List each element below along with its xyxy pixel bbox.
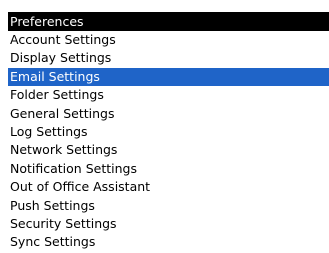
menu-item-label: Log Settings xyxy=(10,123,88,139)
menu-item-label: General Settings xyxy=(10,105,115,121)
menu-item-label: Account Settings xyxy=(10,32,116,47)
menu-item-sync-settings[interactable]: Sync Settings xyxy=(8,233,329,251)
menu-item-security-settings[interactable]: Security Settings xyxy=(8,215,329,233)
menu-item-label: Security Settings xyxy=(10,215,117,231)
menu-item-folder-settings[interactable]: Folder Settings xyxy=(8,86,329,104)
menu-item-label: Push Settings xyxy=(10,197,95,213)
menu-item-notification-settings[interactable]: Notification Settings xyxy=(8,160,329,178)
menu-item-label: Email Settings xyxy=(10,68,100,84)
menu-item-out-of-office-assistant[interactable]: Out of Office Assistant xyxy=(8,178,329,196)
menu-item-label: Sync Settings xyxy=(10,234,96,250)
menu-item-label: Network Settings xyxy=(10,142,118,158)
menu-item-push-settings[interactable]: Push Settings xyxy=(8,197,329,215)
screen-title: Preferences xyxy=(8,12,329,31)
menu-item-email-settings[interactable]: Email Settings xyxy=(8,67,329,87)
menu-item-label: Notification Settings xyxy=(10,160,137,176)
menu-item-label: Folder Settings xyxy=(10,87,104,103)
menu-item-general-settings[interactable]: General Settings xyxy=(8,105,329,123)
preferences-menu-list: Account Settings Display Settings Email … xyxy=(8,31,329,252)
menu-item-label: Out of Office Assistant xyxy=(10,179,151,195)
preferences-screen: Preferences Account Settings Display Set… xyxy=(0,0,329,253)
menu-item-display-settings[interactable]: Display Settings xyxy=(8,49,329,67)
menu-item-account-settings[interactable]: Account Settings xyxy=(8,31,329,49)
menu-item-log-settings[interactable]: Log Settings xyxy=(8,123,329,141)
menu-item-label: Display Settings xyxy=(10,50,112,66)
menu-item-network-settings[interactable]: Network Settings xyxy=(8,141,329,159)
